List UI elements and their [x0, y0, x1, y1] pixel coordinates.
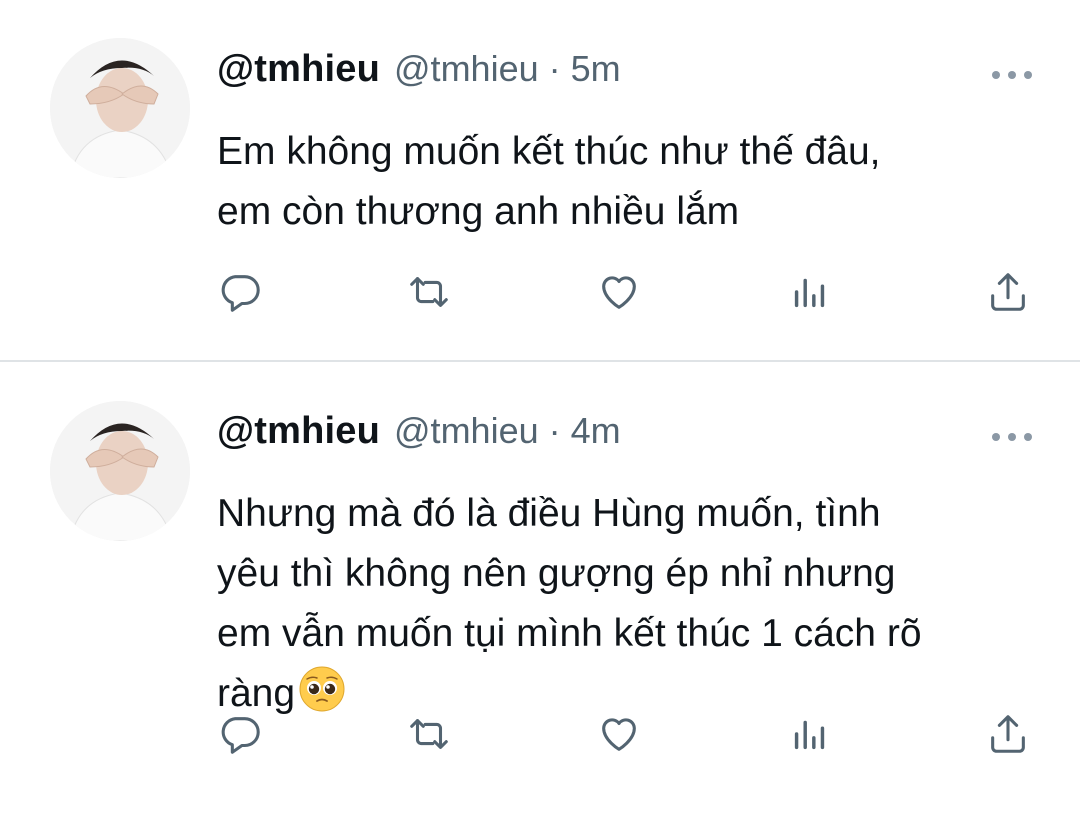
avatar[interactable]	[50, 401, 190, 541]
avatar[interactable]	[50, 38, 190, 178]
retweet-icon[interactable]	[399, 262, 459, 322]
reply-icon[interactable]	[210, 704, 270, 764]
like-icon[interactable]	[589, 704, 649, 764]
user-handle[interactable]: @tmhieu	[394, 48, 539, 90]
tweet-header: @tmhieu @tmhieu · 4m	[217, 410, 621, 460]
more-options-icon[interactable]	[992, 432, 1032, 442]
tweet[interactable]: @tmhieu @tmhieu · 5m Em không muốn kết t…	[0, 0, 1080, 362]
separator-dot: ·	[548, 48, 561, 89]
tweet-actions	[0, 704, 1080, 764]
analytics-icon[interactable]	[780, 262, 840, 322]
tweet-header: @tmhieu @tmhieu · 5m	[217, 48, 621, 98]
display-name[interactable]: @tmhieu	[217, 410, 380, 453]
display-name[interactable]: @tmhieu	[217, 48, 380, 91]
timestamp[interactable]: 5m	[571, 48, 621, 90]
tweet-actions	[0, 262, 1080, 322]
separator-dot: ·	[548, 410, 561, 451]
tweet-text: Em không muốn kết thúc như thế đâu, em c…	[217, 130, 881, 233]
timestamp[interactable]: 4m	[571, 410, 621, 452]
tweet-text: Nhưng mà đó là điều Hùng muốn, tình yêu …	[217, 484, 1017, 724]
more-options-icon[interactable]	[992, 70, 1032, 80]
reply-icon[interactable]	[210, 262, 270, 322]
like-icon[interactable]	[589, 262, 649, 322]
share-icon[interactable]	[978, 704, 1038, 764]
analytics-icon[interactable]	[780, 704, 840, 764]
retweet-icon[interactable]	[399, 704, 459, 764]
tweet[interactable]: @tmhieu @tmhieu · 4m Nhưng mà đó là điều…	[0, 362, 1080, 831]
share-icon[interactable]	[978, 262, 1038, 322]
user-handle[interactable]: @tmhieu	[394, 410, 539, 452]
